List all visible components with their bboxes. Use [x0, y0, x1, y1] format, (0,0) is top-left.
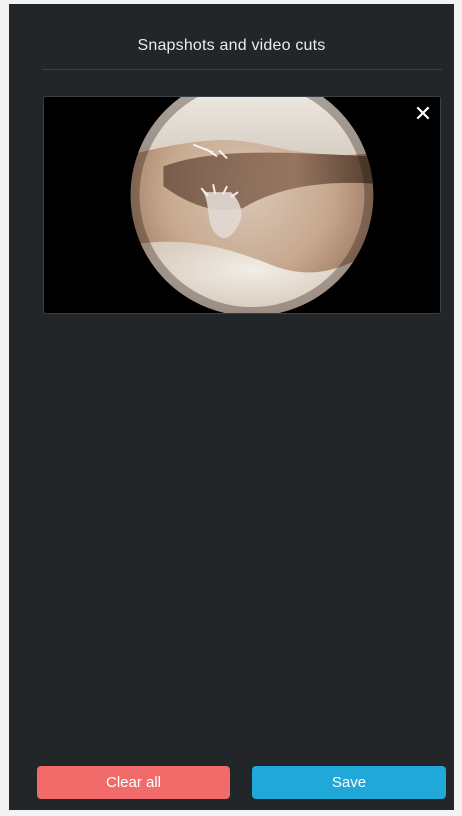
close-icon[interactable]: ✕ — [412, 103, 434, 125]
clear-all-button[interactable]: Clear all — [37, 766, 230, 799]
panel-title: Snapshots and video cuts — [137, 37, 326, 54]
save-button[interactable]: Save — [252, 766, 446, 799]
panel-footer: Clear all Save — [9, 766, 454, 799]
header-divider — [42, 69, 442, 70]
snapshots-panel: Snapshots and video cuts ✕ Clear all Sav… — [9, 4, 454, 810]
snapshot-card[interactable]: ✕ — [43, 96, 441, 314]
snapshot-image — [44, 97, 440, 313]
